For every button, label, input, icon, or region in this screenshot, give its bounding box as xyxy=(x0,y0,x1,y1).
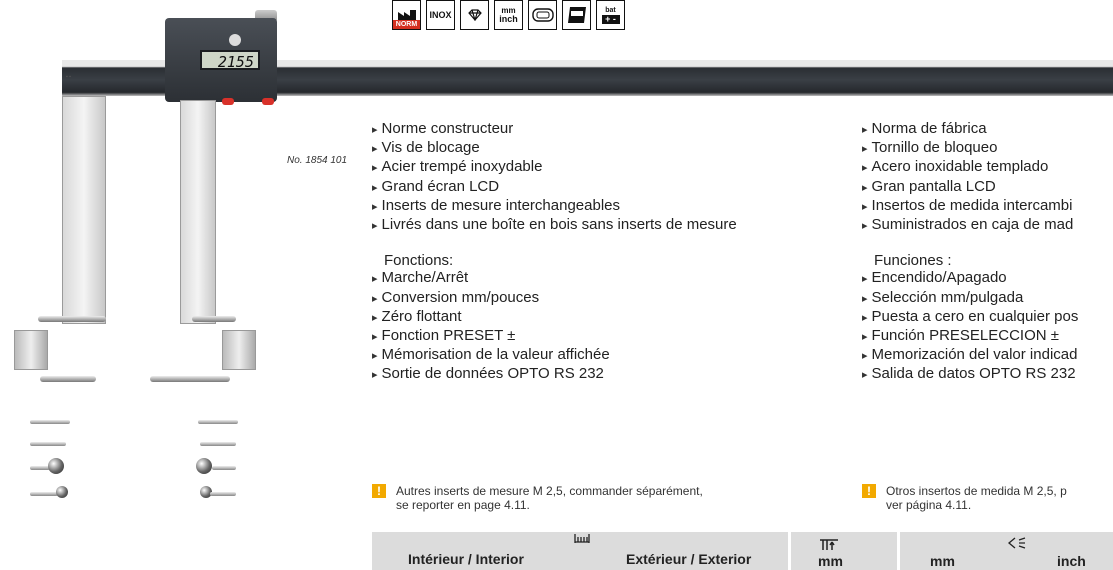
list-item: Vis de blocage xyxy=(372,139,857,158)
spanish-function-list: Encendido/Apagado Selección mm/pulgada P… xyxy=(862,269,1113,384)
insert-ball-large-left xyxy=(48,458,64,474)
header-resolution-mm: mm xyxy=(930,553,955,569)
spanish-note: ! Otros insertos de medida M 2,5, p ver … xyxy=(862,484,1113,512)
insert-ball-right-shaft xyxy=(212,466,236,470)
jaw-block-left xyxy=(14,330,48,370)
sliding-jaw-pin xyxy=(192,316,236,322)
list-item: Inserts de mesure interchangeables xyxy=(372,197,857,216)
warning-icon: ! xyxy=(372,484,386,498)
list-item: Salida de datos OPTO RS 232 xyxy=(862,365,1113,384)
list-item: Sortie de données OPTO RS 232 xyxy=(372,365,857,384)
insert-small-left xyxy=(30,442,66,446)
spec-table-header: Intérieur / Interior Extérieur / Exterio… xyxy=(372,532,1113,570)
list-item: Norme constructeur xyxy=(372,120,857,139)
list-item: Selección mm/pulgada xyxy=(862,289,1113,308)
list-item: Memorización del valor indicad xyxy=(862,346,1113,365)
list-item: Marche/Arrêt xyxy=(372,269,857,288)
list-item: Tornillo de bloqueo xyxy=(862,139,1113,158)
jaw-block-right-pin xyxy=(150,376,230,382)
data-output-icon xyxy=(528,0,557,30)
list-item: Función PRESELECCION ± xyxy=(862,327,1113,346)
beam-marking: ▪ ▪ xyxy=(66,74,71,80)
french-description: Norme constructeur Vis de blocage Acier … xyxy=(372,120,857,385)
insert-ball-small-right-shaft xyxy=(210,492,236,496)
norm-icon: NORM xyxy=(392,0,421,30)
list-item: Acier trempé inoxydable xyxy=(372,158,857,177)
resolution-icon xyxy=(1007,537,1026,549)
french-function-list: Marche/Arrêt Conversion mm/pouces Zéro f… xyxy=(372,269,857,384)
model-number: No. 1854 101 xyxy=(287,155,348,166)
brand-logo xyxy=(229,34,241,46)
header-exterior: Extérieur / Exterior xyxy=(626,551,752,567)
diamond-icon xyxy=(460,0,489,30)
header-resolution-inch: inch xyxy=(1057,553,1086,569)
insert-ball-large-right xyxy=(196,458,212,474)
zero-button xyxy=(262,98,274,105)
list-item: Mémorisation de la valeur affichée xyxy=(372,346,857,365)
list-item: Encendido/Apagado xyxy=(862,269,1113,288)
column-divider xyxy=(897,532,900,570)
list-item: Livrés dans une boîte en bois sans inser… xyxy=(372,216,857,235)
list-item: Insertos de medida intercambi xyxy=(862,197,1113,216)
lcd-display: 2155 xyxy=(200,50,260,71)
fixed-jaw-pin xyxy=(38,316,106,322)
inox-icon: INOX xyxy=(426,0,455,30)
header-interior: Intérieur / Interior xyxy=(408,551,524,567)
insert-ball-small-left xyxy=(56,486,68,498)
spanish-description: Norma de fábrica Tornillo de bloqueo Ace… xyxy=(862,120,1113,385)
note-line: Autres inserts de mesure M 2,5, commande… xyxy=(396,484,703,498)
note-line: Otros insertos de medida M 2,5, p xyxy=(886,484,1067,498)
sliding-jaw xyxy=(180,100,216,324)
header-depth-mm: mm xyxy=(818,553,843,569)
measuring-range-icon xyxy=(574,534,590,543)
list-item: Suministrados en caja de mad xyxy=(862,216,1113,235)
depth-icon xyxy=(820,539,838,550)
jaw-block-left-pin xyxy=(40,376,96,382)
french-note: ! Autres inserts de mesure M 2,5, comman… xyxy=(372,484,703,512)
list-item: Acero inoxidable templado xyxy=(862,158,1113,177)
feature-icon-row: NORM INOX mm inch bat + - xyxy=(392,0,625,30)
list-item: Zéro flottant xyxy=(372,308,857,327)
spanish-functions-title: Funciones : xyxy=(874,252,952,270)
list-item: Conversion mm/pouces xyxy=(372,289,857,308)
list-item: Norma de fábrica xyxy=(862,120,1113,139)
insert-ball-small-left-shaft xyxy=(30,492,58,496)
insert-cone-right xyxy=(198,420,238,424)
french-functions-title: Fonctions: xyxy=(384,252,454,270)
on-off-button xyxy=(222,98,234,105)
battery-icon: bat + - xyxy=(596,0,625,30)
mm-inch-icon: mm inch xyxy=(494,0,523,30)
product-illustration: ▪ ▪ 2155 No. 1854 101 xyxy=(0,0,1113,570)
french-feature-list: Norme constructeur Vis de blocage Acier … xyxy=(372,120,857,235)
jaw-block-right xyxy=(222,330,256,370)
spanish-feature-list: Norma de fábrica Tornillo de bloqueo Ace… xyxy=(862,120,1113,235)
note-line: ver página 4.11. xyxy=(886,498,972,512)
large-display-icon xyxy=(562,0,591,30)
column-divider xyxy=(788,532,791,570)
list-item: Grand écran LCD xyxy=(372,178,857,197)
list-item: Fonction PRESET ± xyxy=(372,327,857,346)
list-item: Puesta a cero en cualquier pos xyxy=(862,308,1113,327)
list-item: Gran pantalla LCD xyxy=(862,178,1113,197)
note-line: se reporter en page 4.11. xyxy=(396,498,530,512)
insert-small-right xyxy=(200,442,236,446)
insert-ball-left-shaft xyxy=(30,466,50,470)
insert-cone-left xyxy=(30,420,70,424)
warning-icon: ! xyxy=(862,484,876,498)
fixed-jaw xyxy=(62,96,106,324)
